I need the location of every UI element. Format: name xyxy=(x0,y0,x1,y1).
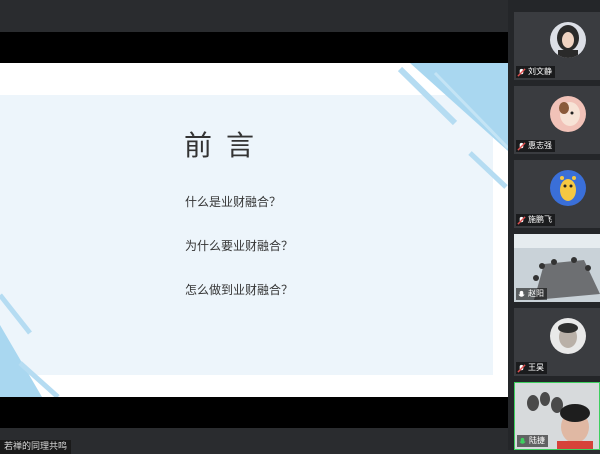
caption-label: 若禅的同理共鸣 xyxy=(0,440,72,454)
name-tag: 施鹏飞 xyxy=(516,214,555,226)
mic-icon xyxy=(518,290,525,297)
mic-muted-icon xyxy=(517,67,526,77)
slide-question-2: 为什么要业财融合？ xyxy=(185,239,294,253)
mic-icon xyxy=(519,437,526,444)
avatar xyxy=(550,96,586,132)
letterbox-top xyxy=(0,32,508,63)
screen-share-area: 前言 什么是业财融合？ 为什么要业财融合？ 怎么做到业财融合？ 若禅的同理共鸣 xyxy=(0,0,508,454)
avatar xyxy=(550,318,586,354)
participant-sidebar: 刘文静 惠志强 施鹏飞 赵阳 王昊 陆捷 xyxy=(508,0,600,450)
avatar xyxy=(550,22,586,58)
letterbox-bottom xyxy=(0,397,508,428)
participant-name: 刘文静 xyxy=(528,67,552,76)
name-tag: 赵阳 xyxy=(516,288,547,300)
slide-title: 前言 xyxy=(183,129,268,162)
name-tag: 刘文静 xyxy=(516,66,555,78)
slide-question-1: 什么是业财融合？ xyxy=(185,195,282,209)
mic-muted-icon xyxy=(517,141,526,151)
participant-name: 王昊 xyxy=(528,363,544,372)
participant-name: 惠志强 xyxy=(528,141,552,150)
participant-tile-1[interactable]: 刘文静 xyxy=(514,12,600,80)
mic-muted-icon xyxy=(517,363,526,373)
participant-tile-2[interactable]: 惠志强 xyxy=(514,86,600,154)
participant-name: 陆捷 xyxy=(529,436,545,445)
participant-tile-4[interactable]: 赵阳 xyxy=(514,234,600,302)
participant-name: 施鹏飞 xyxy=(528,215,552,224)
name-tag: 陆捷 xyxy=(517,435,548,447)
presentation-slide: 前言 什么是业财融合？ 为什么要业财融合？ 怎么做到业财融合？ xyxy=(0,63,508,397)
name-tag: 王昊 xyxy=(516,362,547,374)
participant-tile-6[interactable]: 陆捷 xyxy=(514,382,600,450)
avatar xyxy=(550,170,586,206)
slide-question-3: 怎么做到业财融合？ xyxy=(185,283,294,297)
participant-name: 赵阳 xyxy=(528,289,544,298)
participant-tile-3[interactable]: 施鹏飞 xyxy=(514,160,600,228)
slide-decoration xyxy=(0,63,508,397)
mic-muted-icon xyxy=(517,215,526,225)
name-tag: 惠志强 xyxy=(516,140,555,152)
participant-tile-5[interactable]: 王昊 xyxy=(514,308,600,376)
